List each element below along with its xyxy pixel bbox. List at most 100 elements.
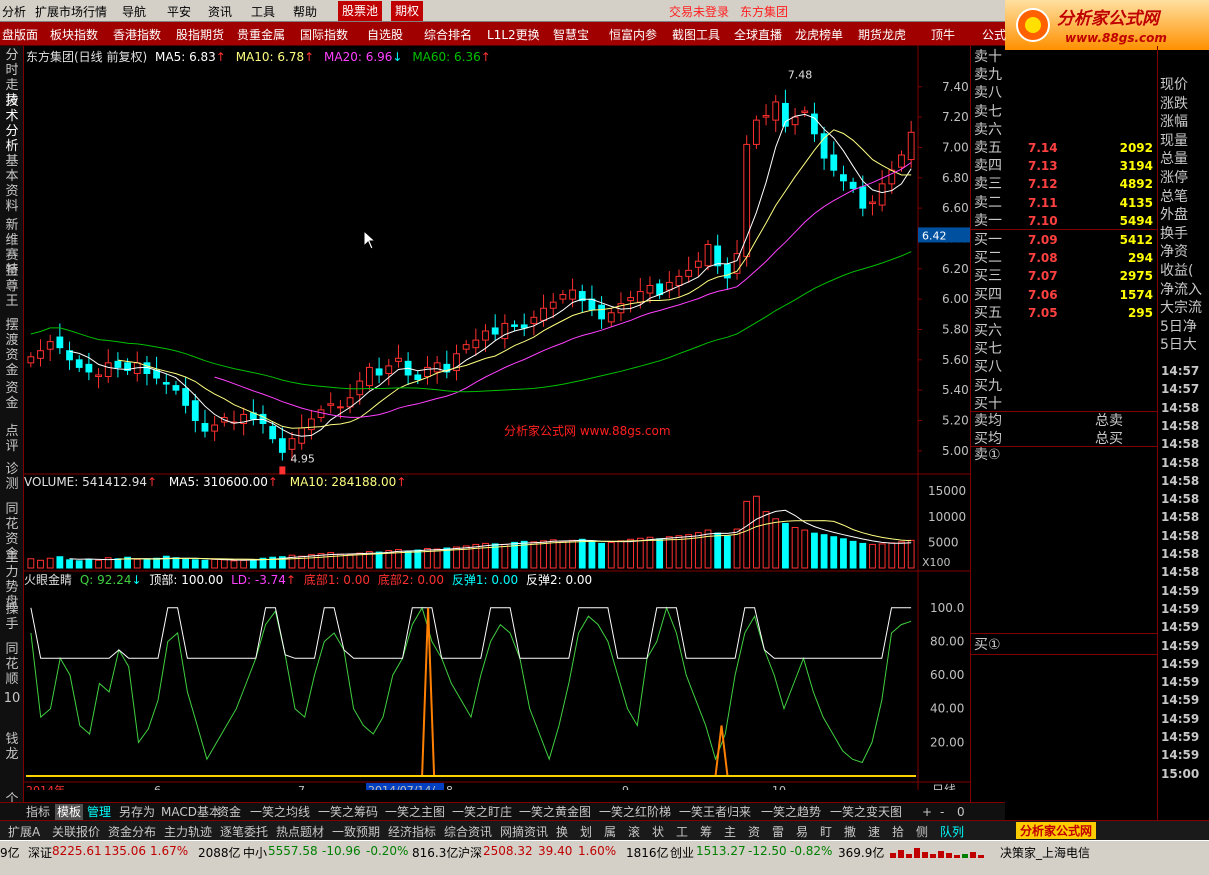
toolbar-item-2[interactable]: 香港指数 <box>113 26 161 43</box>
site-logo: 分析家公式网 www.88gs.com <box>1005 0 1209 50</box>
left-tab-7[interactable]: 点评 <box>3 424 21 454</box>
left-tab-2[interactable]: 基本资料 <box>3 154 21 214</box>
quick-item-11[interactable]: 划 <box>580 823 592 840</box>
toolbar-item-14[interactable]: 期货龙虎 <box>858 26 906 43</box>
chart-area[interactable]: 7.407.207.006.806.606.406.206.005.805.60… <box>24 46 970 797</box>
quick-item-26[interactable]: 队列 <box>940 823 964 840</box>
template-tab-8[interactable]: 一笑之主图 <box>383 804 447 820</box>
zx-index: 5557.58 <box>268 844 318 858</box>
menu-navigate[interactable]: 导航 <box>122 3 146 20</box>
quick-item-0[interactable]: 扩展A <box>8 823 40 840</box>
menu-news[interactable]: 资讯 <box>208 3 232 20</box>
template-tab-1[interactable]: 模板 <box>55 804 84 820</box>
quick-item-7[interactable]: 经济指标 <box>388 823 436 840</box>
quick-item-5[interactable]: 热点题材 <box>276 823 324 840</box>
toolbar-item-9[interactable]: 智慧宝 <box>553 26 589 43</box>
quick-item-18[interactable]: 资 <box>748 823 760 840</box>
quick-item-17[interactable]: 主 <box>724 823 736 840</box>
tab-stock-pool[interactable]: 股票池 <box>338 1 383 21</box>
chart-canvas[interactable]: 7.407.207.006.806.606.406.206.005.805.60… <box>24 46 970 797</box>
template-tab-11[interactable]: 一笑之红阶梯 <box>597 804 673 820</box>
left-tab-6[interactable]: 资金 <box>3 381 21 411</box>
login-status[interactable]: 交易未登录 <box>669 3 729 20</box>
left-tab-1[interactable]: 技术分析 <box>3 94 21 154</box>
quick-item-6[interactable]: 一致预期 <box>332 823 380 840</box>
template-tab-9[interactable]: 一笑之盯庄 <box>450 804 514 820</box>
quick-item-12[interactable]: 属 <box>604 823 616 840</box>
menu-help[interactable]: 帮助 <box>293 3 317 20</box>
toolbar-item-8[interactable]: L1L2更换 <box>487 26 540 43</box>
template-tab-6[interactable]: 一笑之均线 <box>248 804 312 820</box>
template-tab-16[interactable]: - <box>938 804 946 820</box>
toolbar-item-11[interactable]: 截图工具 <box>672 26 720 43</box>
quick-item-4[interactable]: 逐笔委托 <box>220 823 268 840</box>
toolbar-item-4[interactable]: 贵重金属 <box>237 26 285 43</box>
candle-body-31 <box>327 403 335 406</box>
quick-item-2[interactable]: 资金分布 <box>108 823 156 840</box>
menu-tools[interactable]: 工具 <box>251 3 275 20</box>
buy-level-2-price: 7.08 <box>1028 251 1058 266</box>
template-tab-10[interactable]: 一笑之黄金图 <box>517 804 593 820</box>
toolbar-item-0[interactable]: 盘版面 <box>2 26 38 43</box>
left-tab-8[interactable]: 诊测 <box>3 462 21 492</box>
template-tab-14[interactable]: 一笑之变天图 <box>828 804 904 820</box>
quote-field-7: 外盘 <box>1160 207 1188 224</box>
quick-item-21[interactable]: 盯 <box>820 823 832 840</box>
toolbar-item-16[interactable]: 公式 <box>982 26 1006 43</box>
candle-body-91 <box>907 131 915 161</box>
left-tab-11[interactable]: 操手 <box>3 602 21 632</box>
toolbar-item-1[interactable]: 板块指数 <box>50 26 98 43</box>
quick-item-8[interactable]: 综合资讯 <box>444 823 492 840</box>
toolbar-item-13[interactable]: 龙虎榜单 <box>795 26 843 43</box>
left-tab-12[interactable]: 同花顺 <box>3 642 21 687</box>
quick-item-14[interactable]: 状 <box>652 823 664 840</box>
template-tab-3[interactable]: 另存为 <box>117 804 157 820</box>
sell-queue-label[interactable]: 卖① <box>974 444 1001 464</box>
quick-item-22[interactable]: 撒 <box>844 823 856 840</box>
toolbar-item-5[interactable]: 国际指数 <box>300 26 348 43</box>
toolbar-item-7[interactable]: 综合排名 <box>424 26 472 43</box>
tab-futures[interactable]: 期权 <box>391 1 424 21</box>
toolbar-item-10[interactable]: 恒富内参 <box>609 26 657 43</box>
buy-level-7: 买七 <box>971 340 1158 358</box>
quick-item-15[interactable]: 工 <box>676 823 688 840</box>
volume-bar-58 <box>588 541 596 569</box>
template-tab-5[interactable]: 资金 <box>215 804 243 820</box>
template-tab-13[interactable]: 一笑之趋势 <box>759 804 823 820</box>
quick-item-9[interactable]: 网摘资讯 <box>500 823 548 840</box>
toolbar-item-3[interactable]: 股指期货 <box>176 26 224 43</box>
left-tab-10[interactable]: 主力势盘 <box>3 550 21 610</box>
menu-extended-market[interactable]: 扩展市场行情 <box>35 3 107 20</box>
quick-item-23[interactable]: 速 <box>868 823 880 840</box>
connection-status[interactable]: 决策家_上海电信 <box>1000 844 1090 861</box>
buy-queue-label[interactable]: 买① <box>974 634 1001 654</box>
left-tab-14[interactable]: 钱龙 <box>3 732 21 762</box>
template-tab-15[interactable]: + <box>920 804 934 820</box>
template-tab-17[interactable]: 0 <box>955 804 967 820</box>
quick-item-1[interactable]: 关联报价 <box>52 823 100 840</box>
template-tab-7[interactable]: 一笑之筹码 <box>316 804 380 820</box>
volume-bar-36 <box>375 551 383 569</box>
menu-pingan[interactable]: 平安 <box>167 3 191 20</box>
quick-item-13[interactable]: 滚 <box>628 823 640 840</box>
volume-bar-86 <box>859 542 867 569</box>
quick-item-3[interactable]: 主力轨迹 <box>164 823 212 840</box>
template-tab-12[interactable]: 一笑王者归来 <box>677 804 753 820</box>
toolbar-item-15[interactable]: 顶牛 <box>931 26 955 43</box>
template-tab-2[interactable]: 管理 <box>85 804 113 820</box>
quick-item-10[interactable]: 换 <box>556 823 568 840</box>
quick-item-19[interactable]: 雷 <box>772 823 784 840</box>
quick-item-25[interactable]: 侧 <box>916 823 928 840</box>
quick-item-24[interactable]: 拾 <box>892 823 904 840</box>
left-tab-4[interactable]: 至尊王 <box>3 264 21 309</box>
quick-item-16[interactable]: 筹 <box>700 823 712 840</box>
menu-analysis[interactable]: 分析 <box>2 3 26 20</box>
left-tab-5[interactable]: 摆渡资金 <box>3 318 21 378</box>
cy-index: 1513.27 <box>696 844 746 858</box>
toolbar-item-6[interactable]: 自选股 <box>367 26 403 43</box>
left-tab-13[interactable]: 10 <box>3 691 21 706</box>
template-tab-0[interactable]: 指标 <box>24 804 52 820</box>
toolbar-item-12[interactable]: 全球直播 <box>734 26 782 43</box>
template-tab-4[interactable]: MACD基本 <box>159 804 223 820</box>
quick-item-20[interactable]: 易 <box>796 823 808 840</box>
